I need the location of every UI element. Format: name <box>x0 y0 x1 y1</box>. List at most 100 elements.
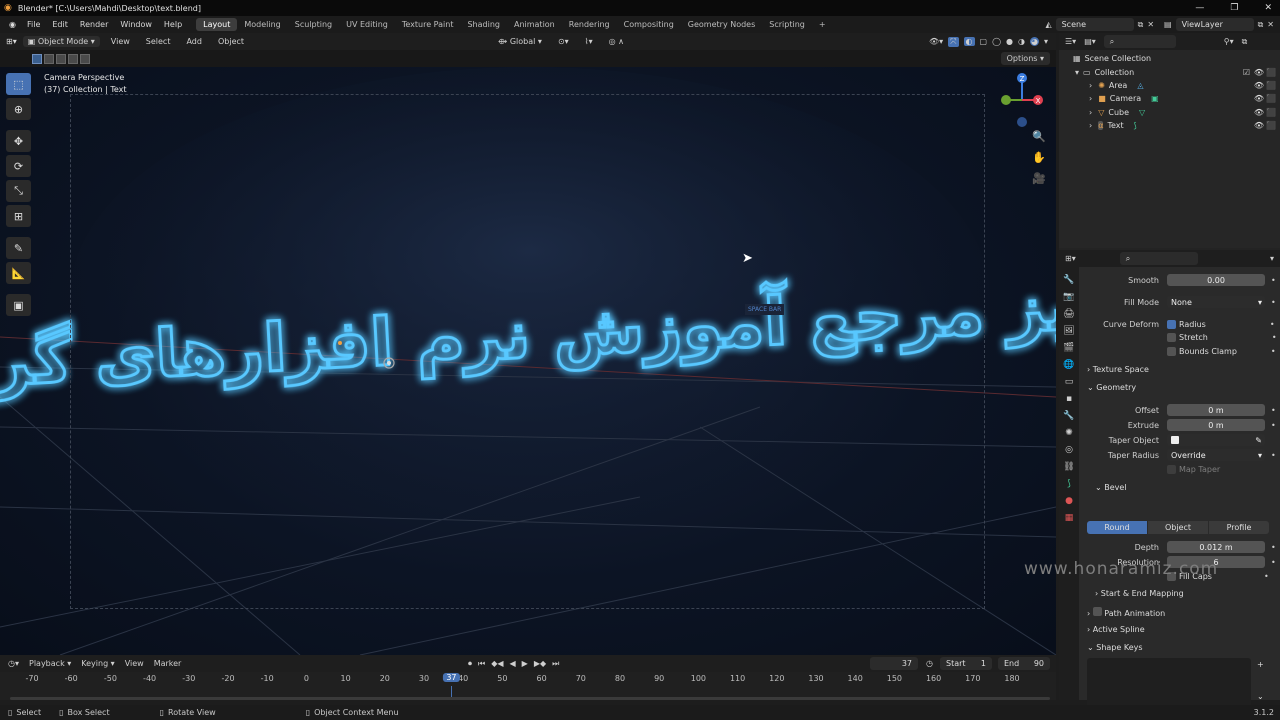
outliner-scene-collection[interactable]: ▦ Scene Collection <box>1059 52 1280 65</box>
jump-start-icon[interactable]: ⏮ <box>478 659 485 669</box>
geometry-panel[interactable]: ⌄ Geometry <box>1087 383 1136 392</box>
tab-layout[interactable]: Layout <box>196 18 238 31</box>
prev-keyframe-icon[interactable]: ◆◀ <box>491 659 503 668</box>
overlay-toggle-icon[interactable]: ◐ <box>963 37 975 46</box>
mode-dropdown[interactable]: ▣ Object Mode ▾ <box>22 36 100 47</box>
object-tab-icon[interactable]: ▪ <box>1066 394 1072 404</box>
expand-arrow-icon[interactable]: ▾ <box>1075 68 1079 77</box>
menu-window[interactable]: Window <box>114 20 158 29</box>
physics-tab-icon[interactable]: ◎ <box>1065 445 1073 455</box>
visibility-eye-icon[interactable]: 👁 <box>1254 81 1264 90</box>
offset-field[interactable]: 0 m <box>1167 404 1265 416</box>
editor-type-icon[interactable]: ⊞▾ <box>6 37 17 46</box>
start-frame-field[interactable]: Start 1 <box>940 657 992 670</box>
keyframe-dot-icon[interactable]: • <box>1271 298 1276 307</box>
tab-sculpting[interactable]: Sculpting <box>288 18 339 31</box>
properties-search-input[interactable]: ⌕ <box>1119 252 1198 265</box>
tab-uv-editing[interactable]: UV Editing <box>339 18 395 31</box>
current-frame-field[interactable]: 37 <box>870 657 918 670</box>
keyframe-dot-icon[interactable]: • <box>1271 276 1276 285</box>
keyframe-dot-icon[interactable]: • <box>1264 572 1269 581</box>
menu-object[interactable]: Object <box>213 36 249 47</box>
shape-keys-panel[interactable]: ⌄ Shape Keys <box>1087 643 1143 652</box>
render-camera-icon[interactable]: ⬛ <box>1266 81 1276 90</box>
select-mode-new-icon[interactable] <box>32 53 42 64</box>
tab-modeling[interactable]: Modeling <box>237 18 287 31</box>
play-icon[interactable]: ▶ <box>522 659 528 668</box>
gizmo-toggle-icon[interactable]: ⤧ <box>948 36 959 47</box>
outliner-item-area[interactable]: › ✺ Area ◬ 👁 ⬛ <box>1059 79 1280 92</box>
map-taper-checkbox[interactable]: Map Taper <box>1167 464 1220 474</box>
keyframe-dot-icon[interactable]: • <box>1271 347 1276 356</box>
playhead[interactable]: 37 <box>443 673 460 682</box>
render-camera-icon[interactable]: ⬛ <box>1266 108 1276 117</box>
keyframe-dot-icon[interactable]: • <box>1272 333 1277 342</box>
next-keyframe-icon[interactable]: ▶◆ <box>534 659 546 668</box>
pivot-icon[interactable]: ⊙▾ <box>553 36 574 47</box>
orientation-dropdown[interactable]: ⟴ Global ▾ <box>493 36 547 47</box>
display-mode-icon[interactable]: ▤▾ <box>1084 37 1096 46</box>
texture-space-panel[interactable]: › Texture Space <box>1087 365 1149 374</box>
material-shading-icon[interactable]: ◑ <box>1018 37 1025 46</box>
menu-help[interactable]: Help <box>158 20 188 29</box>
measure-tool-icon[interactable]: 📐 <box>6 262 31 284</box>
end-frame-field[interactable]: End 90 <box>998 657 1050 670</box>
new-view-layer-icon[interactable]: ⧉ <box>1258 20 1264 30</box>
tab-texture-paint[interactable]: Texture Paint <box>395 18 461 31</box>
path-animation-panel[interactable]: › Path Animation <box>1087 607 1165 618</box>
menu-file[interactable]: File <box>21 20 46 29</box>
3d-viewport[interactable]: هنر آمیز مرجع آموزش نرم افزارهای گرافیکی… <box>0 67 1056 655</box>
tab-geometry-nodes[interactable]: Geometry Nodes <box>681 18 762 31</box>
shape-keys-list[interactable] <box>1087 658 1251 710</box>
bevel-round-tab[interactable]: Round <box>1087 521 1147 534</box>
new-collection-icon[interactable]: ⧉ <box>1242 37 1248 47</box>
collection-tab-icon[interactable]: ▭ <box>1065 377 1074 387</box>
data-tab-icon[interactable]: ⟆ <box>1067 479 1071 489</box>
gizmo-y-icon[interactable] <box>1001 95 1011 105</box>
delete-view-layer-icon[interactable]: ✕ <box>1267 20 1274 29</box>
close-button[interactable]: ✕ <box>1264 3 1272 13</box>
bevel-object-tab[interactable]: Object <box>1148 521 1208 534</box>
path-animation-checkbox[interactable] <box>1092 607 1102 616</box>
timeline-editor-icon[interactable]: ◷▾ <box>8 659 19 668</box>
expand-arrow-icon[interactable]: › <box>1089 108 1092 117</box>
taper-radius-dropdown[interactable]: Override ▾ <box>1167 449 1265 461</box>
filter-icon[interactable]: ⚲▾ <box>1224 37 1234 46</box>
tab-rendering[interactable]: Rendering <box>562 18 617 31</box>
rotate-tool-icon[interactable]: ⟳ <box>6 155 31 177</box>
exclude-checkbox[interactable]: ☑ <box>1243 68 1250 77</box>
eyedropper-icon[interactable]: ✎ <box>1255 436 1265 445</box>
render-tab-icon[interactable]: 📷 <box>1063 292 1074 302</box>
outliner-item-cube[interactable]: › ▽ Cube ▽ 👁 ⬛ <box>1059 106 1280 119</box>
tool-tab-icon[interactable]: 🔧 <box>1063 275 1074 285</box>
zoom-icon[interactable]: 🔍 <box>1032 130 1046 143</box>
depth-field[interactable]: 0.012 m <box>1167 541 1265 553</box>
outliner-item-text[interactable]: › α Text ⟆ 👁 ⬛ <box>1059 119 1280 132</box>
bounds-clamp-checkbox[interactable]: Bounds Clamp <box>1167 346 1237 356</box>
texture-tab-icon[interactable]: ▦ <box>1065 513 1074 523</box>
stretch-checkbox[interactable]: Stretch <box>1167 332 1208 342</box>
maximize-button[interactable]: ❐ <box>1230 3 1238 13</box>
active-spline-panel[interactable]: › Active Spline <box>1087 625 1145 634</box>
select-mode-extend-icon[interactable] <box>44 53 54 64</box>
snap-icon[interactable]: ⌇▾ <box>580 36 598 47</box>
pin-icon[interactable]: ▾ <box>1270 254 1274 263</box>
render-camera-icon[interactable]: ⬛ <box>1266 94 1276 103</box>
material-tab-icon[interactable]: ● <box>1065 496 1073 506</box>
extrude-field[interactable]: 0 m <box>1167 419 1265 431</box>
modifier-tab-icon[interactable]: 🔧 <box>1063 411 1074 421</box>
keyframe-dot-icon[interactable]: • <box>1271 558 1276 567</box>
tab-animation[interactable]: Animation <box>507 18 562 31</box>
proportional-edit-icon[interactable]: ◎ ∧ <box>604 36 629 47</box>
camera-view-icon[interactable]: 🎥 <box>1032 172 1046 185</box>
view-layer-tab-icon[interactable]: 🖼 <box>1063 326 1074 336</box>
visibility-icon[interactable]: 👁▾ <box>929 37 943 46</box>
record-icon[interactable]: ⏺ <box>468 659 472 669</box>
minimize-button[interactable]: — <box>1195 3 1204 13</box>
view-layer-selector[interactable]: ViewLayer <box>1175 18 1254 31</box>
scene-selector[interactable]: Scene <box>1055 18 1134 31</box>
bevel-panel[interactable]: ⌄ Bevel <box>1095 483 1127 492</box>
rendered-shading-icon[interactable]: ◕ <box>1030 37 1039 46</box>
menu-view[interactable]: View <box>106 36 135 47</box>
select-mode-intersect-icon[interactable] <box>68 53 78 64</box>
